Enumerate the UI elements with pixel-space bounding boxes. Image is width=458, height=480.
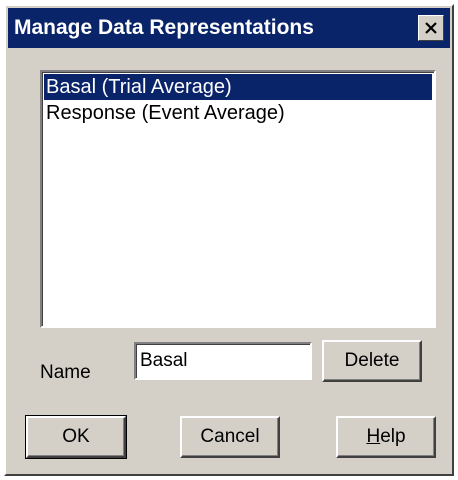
representations-listbox[interactable]: Basal (Trial Average) Response (Event Av…: [40, 70, 436, 328]
close-icon: [425, 22, 437, 34]
cancel-button[interactable]: Cancel: [180, 416, 280, 458]
dialog-title: Manage Data Representations: [14, 16, 314, 39]
dialog-window: Manage Data Representations Basal (Trial…: [4, 4, 454, 476]
list-item[interactable]: Basal (Trial Average): [44, 74, 432, 100]
title-bar[interactable]: Manage Data Representations: [8, 8, 450, 48]
list-item[interactable]: Response (Event Average): [44, 100, 432, 126]
delete-button[interactable]: Delete: [322, 340, 422, 382]
help-mnemonic: H: [366, 426, 381, 447]
help-button[interactable]: Help: [336, 416, 436, 458]
help-label-rest: elp: [380, 426, 406, 447]
ok-button[interactable]: OK: [25, 415, 127, 459]
name-input[interactable]: [134, 342, 312, 380]
close-button[interactable]: [418, 15, 444, 41]
name-label: Name: [40, 362, 91, 383]
